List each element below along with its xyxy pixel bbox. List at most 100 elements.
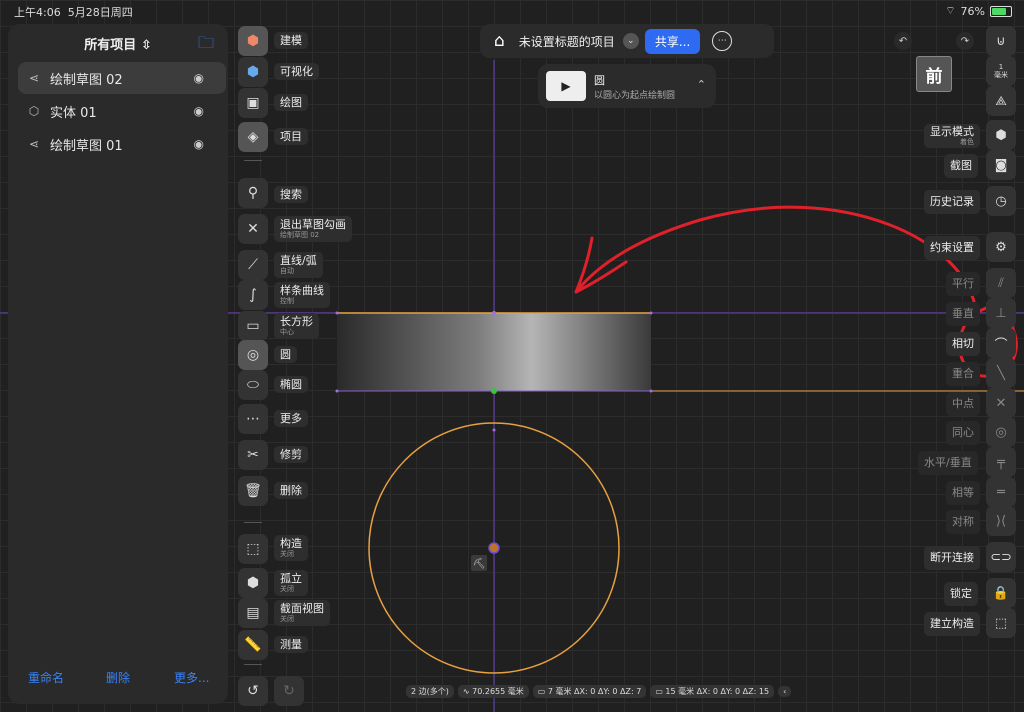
section-view-toggle[interactable]: ▤ xyxy=(238,598,268,628)
ellipse-tool[interactable]: ⬭ xyxy=(238,370,268,400)
rotate-left-icon[interactable]: ↶ xyxy=(894,32,912,50)
measure-tool[interactable]: 📏 xyxy=(238,630,268,660)
delete-button[interactable]: 删除 xyxy=(106,669,130,686)
construction-toggle[interactable]: ⬚ xyxy=(238,534,268,564)
grid-scale-button[interactable]: 1 毫米 xyxy=(986,56,1016,86)
tangent-constraint[interactable]: ⌒ xyxy=(986,328,1016,358)
close-icon: ✕ xyxy=(247,221,259,237)
equal-constraint[interactable]: ═ xyxy=(986,477,1016,507)
line-arc-label: 直线/弧 自动 xyxy=(274,252,323,278)
axes-icon: ⟁ xyxy=(995,93,1007,109)
lock-label: 锁定 xyxy=(944,582,978,606)
search-label: 搜索 xyxy=(274,186,308,203)
hint-subtitle: 以圆心为起点绘制圆 xyxy=(594,91,676,101)
delete-tool[interactable]: 🗑 xyxy=(238,476,268,506)
eye-icon[interactable]: ◉ xyxy=(194,104,204,118)
model-workspace-button[interactable]: ⬢ xyxy=(238,26,268,56)
gear-icon: ⚙ xyxy=(995,239,1007,255)
list-item-sketch-02[interactable]: ⋖ 绘制草图 02 ◉ xyxy=(18,62,226,94)
project-title[interactable]: 未设置标题的项目 xyxy=(519,33,615,50)
coincident-constraint[interactable]: ╲ xyxy=(986,358,1016,388)
concentric-label: 同心 xyxy=(946,421,980,445)
parallel-label: 平行 xyxy=(946,272,980,296)
chevron-down-icon[interactable]: ⌄ xyxy=(622,33,639,49)
parallel-constraint[interactable]: ⫽ xyxy=(986,268,1016,298)
share-button[interactable]: 共享... xyxy=(644,28,701,54)
snap-magnet-button[interactable]: ⊍ xyxy=(986,26,1016,56)
display-mode-button[interactable]: ⬢ xyxy=(986,120,1016,150)
cube-icon: ⬡ xyxy=(28,104,40,118)
history-button[interactable]: ◷ xyxy=(986,186,1016,216)
disconnect-button[interactable]: ⊂⊃ xyxy=(986,542,1016,572)
make-construction-button[interactable]: ⬚ xyxy=(986,608,1016,638)
perpendicular-constraint[interactable]: ⊥ xyxy=(986,298,1016,328)
lock-icon: 🔒 xyxy=(992,585,1010,601)
exit-sketch-button[interactable]: ✕ xyxy=(238,214,268,244)
new-folder-icon[interactable]: 🗀 xyxy=(198,32,214,59)
red-arrow-annotation xyxy=(574,205,978,314)
axes-button[interactable]: ⟁ xyxy=(986,86,1016,116)
rectangle-tool[interactable]: ▭ xyxy=(238,311,268,341)
isolate-toggle[interactable]: ⬢ xyxy=(238,568,268,598)
redo-button[interactable]: ↻ xyxy=(274,676,304,706)
circle-tool[interactable]: ◎ xyxy=(238,340,268,370)
project-browser-panel: 所有项目 ⇳ 🗀 ⋖ 绘制草图 02 ◉ ⬡ 实体 01 ◉ ⋖ 绘制草图 01… xyxy=(8,24,228,704)
project-button[interactable]: ◈ xyxy=(238,122,268,152)
search-button[interactable]: ⚲ xyxy=(238,178,268,208)
concentric-constraint[interactable]: ◎ xyxy=(986,417,1016,447)
spline-tool[interactable]: ∫ xyxy=(238,280,268,310)
perpendicular-label: 垂直 xyxy=(946,302,980,326)
rectangle-icon: ▭ xyxy=(246,318,260,334)
search-icon: ⚲ xyxy=(247,185,259,201)
horiz-vert-label: 水平/垂直 xyxy=(918,451,978,475)
rotate-right-icon[interactable]: ↷ xyxy=(956,32,974,50)
more-button[interactable]: 更多... xyxy=(174,669,209,686)
concentric-icon: ◎ xyxy=(995,424,1007,440)
divider xyxy=(244,522,262,523)
constraint-settings-button[interactable]: ⚙ xyxy=(986,232,1016,262)
list-item-solid-01[interactable]: ⬡ 实体 01 ◉ xyxy=(18,95,226,127)
status-time: 上午4:06 xyxy=(14,6,61,19)
eye-icon[interactable]: ◉ xyxy=(194,71,204,85)
screenshot-button[interactable]: ◙ xyxy=(986,150,1016,180)
battery-icon xyxy=(990,5,1012,17)
equal-icon: ═ xyxy=(997,484,1005,500)
visualize-workspace-button[interactable]: ⬢ xyxy=(238,57,268,87)
drawing-workspace-button[interactable]: ▣ xyxy=(238,88,268,118)
tangent-label: 相切 xyxy=(946,332,980,356)
rectangle-label: 长方形 中心 xyxy=(274,313,319,339)
play-icon[interactable]: ▶ xyxy=(546,71,586,101)
make-construction-label: 建立构造 xyxy=(924,612,980,636)
divider xyxy=(244,160,262,161)
screenshot-label: 截图 xyxy=(944,154,978,178)
undo-button[interactable]: ↺ xyxy=(238,676,268,706)
circle-icon: ◎ xyxy=(246,347,260,363)
length-readout: ∿ 70.2655 毫米 xyxy=(457,684,529,698)
eye-icon[interactable]: ◉ xyxy=(194,137,204,151)
chevron-up-icon[interactable]: ⌃ xyxy=(697,78,706,91)
collapse-icon[interactable]: ‹ xyxy=(778,685,792,697)
line-arc-tool[interactable]: ⟋ xyxy=(238,250,268,280)
ellipsis-icon: ⋯ xyxy=(246,411,260,427)
rename-button[interactable]: 重命名 xyxy=(28,669,64,686)
horiz-vert-constraint[interactable]: ╤ xyxy=(986,447,1016,477)
view-cube[interactable]: 前 xyxy=(916,56,952,92)
coincident-icon: ╲ xyxy=(997,365,1005,381)
magnet-icon: ⊍ xyxy=(996,33,1006,49)
visualize-label: 可视化 xyxy=(274,63,319,80)
midpoint-constraint[interactable]: ✕ xyxy=(986,388,1016,418)
isolate-icon: ⬢ xyxy=(246,575,260,591)
lock-button[interactable]: 🔒 xyxy=(986,578,1016,608)
trim-tool[interactable]: ✂ xyxy=(238,440,268,470)
redo-icon: ↻ xyxy=(283,683,295,699)
more-options-icon[interactable]: ⋯ xyxy=(712,31,733,51)
symmetric-constraint[interactable]: ⟩⟨ xyxy=(986,506,1016,536)
list-item-sketch-01[interactable]: ⋖ 绘制草图 01 ◉ xyxy=(18,128,226,160)
more-tools-button[interactable]: ⋯ xyxy=(238,404,268,434)
ellipse-label: 椭圆 xyxy=(274,376,308,393)
camera-icon: ◙ xyxy=(994,157,1008,173)
home-icon[interactable]: ⌂ xyxy=(494,31,505,51)
panel-title[interactable]: 所有项目 ⇳ xyxy=(8,34,228,53)
dimension-readout-2: ▭ 15 毫米 ΔX: 0 ΔY: 0 ΔZ: 15 xyxy=(650,684,775,698)
divider xyxy=(244,664,262,665)
